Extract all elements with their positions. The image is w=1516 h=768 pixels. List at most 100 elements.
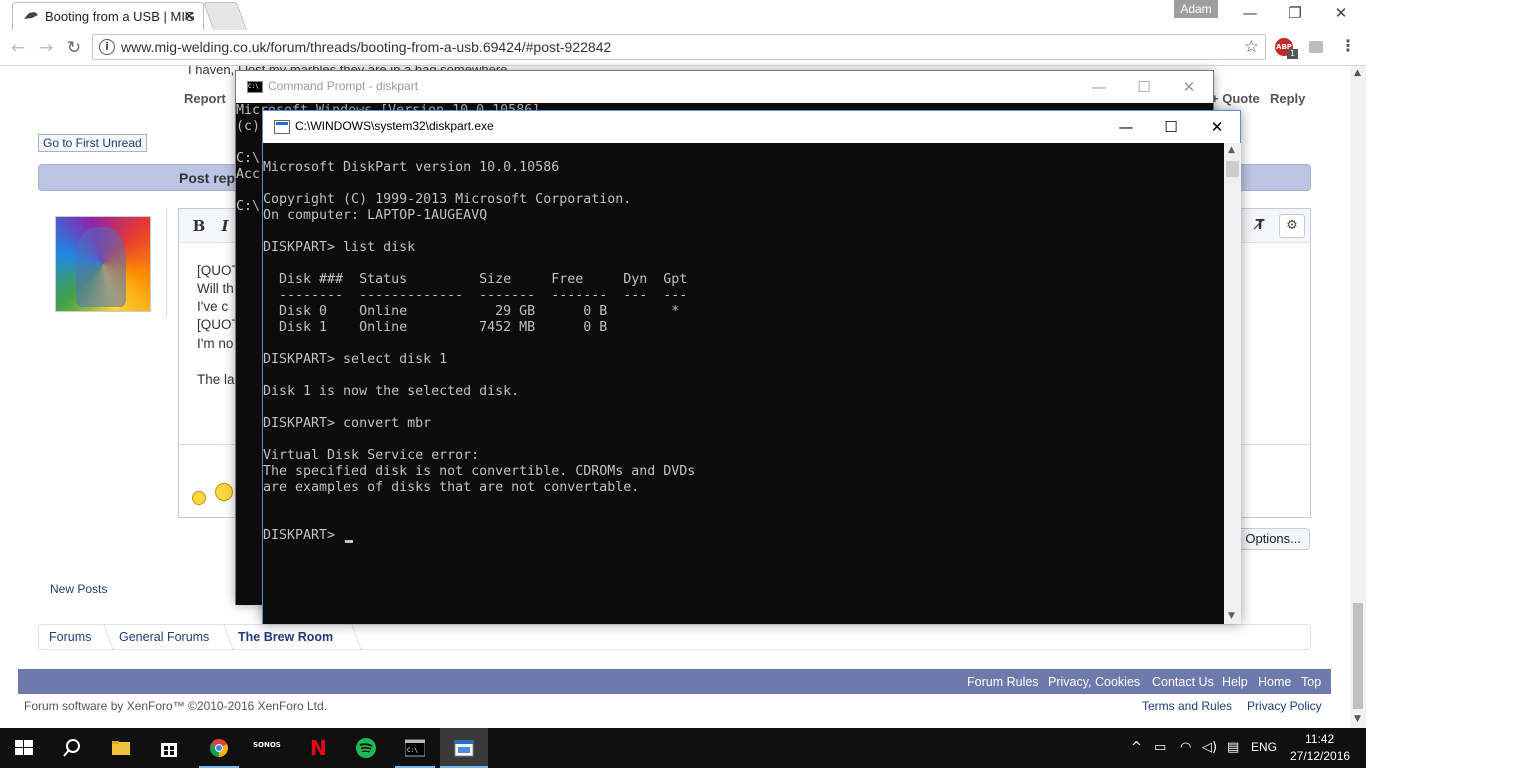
scroll-thumb[interactable] [1353,603,1363,709]
cmd-close-icon[interactable]: ✕ [1174,76,1204,98]
diskpart-console[interactable]: Microsoft DiskPart version 10.0.10586 Co… [263,143,1224,624]
console-line: DISKPART> select disk 1 [263,352,448,367]
reply-link[interactable]: Reply [1270,91,1305,106]
italic-icon[interactable]: I [215,216,235,236]
editor-text-line: I've c [197,299,229,314]
chrome-taskbar-button[interactable] [195,728,243,768]
cmd-maximize-icon[interactable]: ☐ [1129,76,1159,98]
cmd-minimize-icon[interactable]: — [1084,76,1114,98]
scroll-up-icon[interactable]: ▲ [1354,68,1361,78]
diskpart-window[interactable]: C:\WINDOWS\system32\diskpart.exe — ☐ ✕ M… [262,110,1241,624]
command-prompt-taskbar-button[interactable]: C:\ [391,728,439,768]
go-to-first-unread-button[interactable]: Go to First Unread [38,134,147,152]
console-prompt-line[interactable]: DISKPART> [263,528,343,544]
page-scrollbar[interactable]: ▲ ▼ [1350,66,1366,728]
breadcrumb: Forums General Forums The Brew Room [38,624,1311,650]
minimize-icon[interactable]: — [1238,4,1262,24]
console-line: are examples of disks that are not conve… [263,480,640,495]
folder-icon [112,741,130,755]
battery-icon[interactable]: ▭ [1154,740,1166,755]
laughing-smiley-icon[interactable] [215,483,233,501]
search-button[interactable] [48,728,96,768]
console-line: DISKPART> list disk [263,240,416,255]
url-text: www.mig-welding.co.uk/forum/threads/boot… [121,39,612,55]
breadcrumb-separator [92,625,114,649]
report-link[interactable]: Report [184,91,226,106]
console-line: Copyright (C) 1999-2013 Microsoft Corpor… [263,192,632,207]
clock-date[interactable]: 27/12/2016 [1290,749,1350,763]
address-bar[interactable]: i www.mig-welding.co.uk/forum/threads/bo… [92,34,1266,60]
bookmark-star-icon[interactable]: ☆ [1244,37,1259,57]
diskpart-maximize-icon[interactable]: ☐ [1156,116,1186,138]
smiley-icon[interactable] [192,491,206,505]
breadcrumb-separator [212,625,234,649]
privacy-policy-link[interactable]: Privacy Policy [1247,699,1322,713]
remove-format-icon[interactable]: T̸ [1250,216,1270,236]
diskpart-minimize-icon[interactable]: — [1111,116,1141,138]
scroll-down-icon[interactable]: ▼ [1228,611,1235,621]
store-button[interactable] [145,728,193,768]
terms-link[interactable]: Terms and Rules [1142,699,1232,713]
copyright-text: Forum software by XenForo™ ©2010-2016 Xe… [24,699,327,713]
more-options-button[interactable]: e Options... [1230,528,1310,550]
cmd-line: C:\ [236,199,261,214]
tab-title: Booting from a USB | MIG [45,9,196,24]
close-window-icon[interactable]: ✕ [1329,4,1353,24]
quote-link[interactable]: + Quote [1211,91,1260,106]
diskpart-taskbar-button[interactable] [440,728,488,768]
search-icon [63,739,80,757]
volume-icon[interactable]: ◁) [1202,740,1217,755]
new-posts-link[interactable]: New Posts [50,582,107,596]
close-tab-icon[interactable]: ✕ [183,8,195,25]
spotify-button[interactable] [342,728,390,768]
reload-icon[interactable]: ↻ [63,37,85,59]
breadcrumb-general-forums[interactable]: General Forums [119,630,209,644]
language-indicator[interactable]: ENG [1251,740,1277,754]
profile-button[interactable]: Adam [1174,0,1218,18]
spotify-icon [356,738,376,758]
diskpart-scrollbar[interactable]: ▲ ▼ [1224,143,1241,624]
show-hidden-icons-icon[interactable]: ^ [1131,740,1142,755]
diskpart-close-icon[interactable]: ✕ [1202,116,1232,138]
cmd-titlebar[interactable]: C:\ Command Prompt - diskpart — ☐ ✕ [236,71,1213,103]
tab-booting-from-usb[interactable]: Booting from a USB | MIG ✕ [12,2,204,30]
new-tab-button[interactable] [202,2,248,30]
help-link[interactable]: Help [1222,675,1248,689]
input-indicator-icon[interactable]: ▤ [1227,740,1239,755]
console-line: Disk 0 Online 29 GB 0 B * [263,304,680,319]
breadcrumb-forums[interactable]: Forums [49,630,91,644]
home-link[interactable]: Home [1258,675,1291,689]
back-icon[interactable]: ← [7,37,29,59]
scroll-up-icon[interactable]: ▲ [1228,145,1235,155]
sonos-icon: SONOS [253,741,281,749]
forward-icon[interactable]: → [35,37,57,59]
info-icon[interactable]: i [99,39,115,55]
avatar [55,216,151,312]
breadcrumb-brew-room[interactable]: The Brew Room [238,630,333,644]
netflix-button[interactable]: N [293,728,341,768]
taskbar: SONOS N C:\ ^ ▭ ◠ ◁) ▤ ENG 11:42 27/12/2… [0,728,1366,768]
chrome-menu-icon[interactable]: ⋮ [1340,36,1356,60]
scroll-down-icon[interactable]: ▼ [1354,714,1361,724]
wifi-icon[interactable]: ◠ [1180,740,1191,755]
console-line: -------- ------------- ------- ------- -… [263,288,688,303]
extension-icon[interactable] [1309,41,1323,53]
diskpart-titlebar[interactable]: C:\WINDOWS\system32\diskpart.exe — ☐ ✕ [263,111,1240,143]
breadcrumb-separator [340,625,362,649]
privacy-cookies-link[interactable]: Privacy, Cookies [1048,675,1140,689]
clock-time[interactable]: 11:42 [1305,732,1334,746]
console-line: Disk ### Status Size Free Dyn Gpt [263,272,688,287]
console-line: Disk 1 is now the selected disk. [263,384,520,399]
forum-rules-link[interactable]: Forum Rules [967,675,1039,689]
sonos-button[interactable]: SONOS [244,728,292,768]
scroll-thumb[interactable] [1226,161,1239,177]
bold-icon[interactable]: B [189,216,209,236]
top-link[interactable]: Top [1301,675,1321,689]
contact-us-link[interactable]: Contact Us [1152,675,1214,689]
console-line: Disk 1 Online 7452 MB 0 B [263,320,608,335]
chrome-icon [210,739,228,757]
start-button[interactable] [0,728,48,768]
restore-icon[interactable]: ❐ [1283,4,1307,24]
toggle-bbcode-icon[interactable]: ⚙ [1279,214,1305,238]
file-explorer-button[interactable] [97,728,145,768]
